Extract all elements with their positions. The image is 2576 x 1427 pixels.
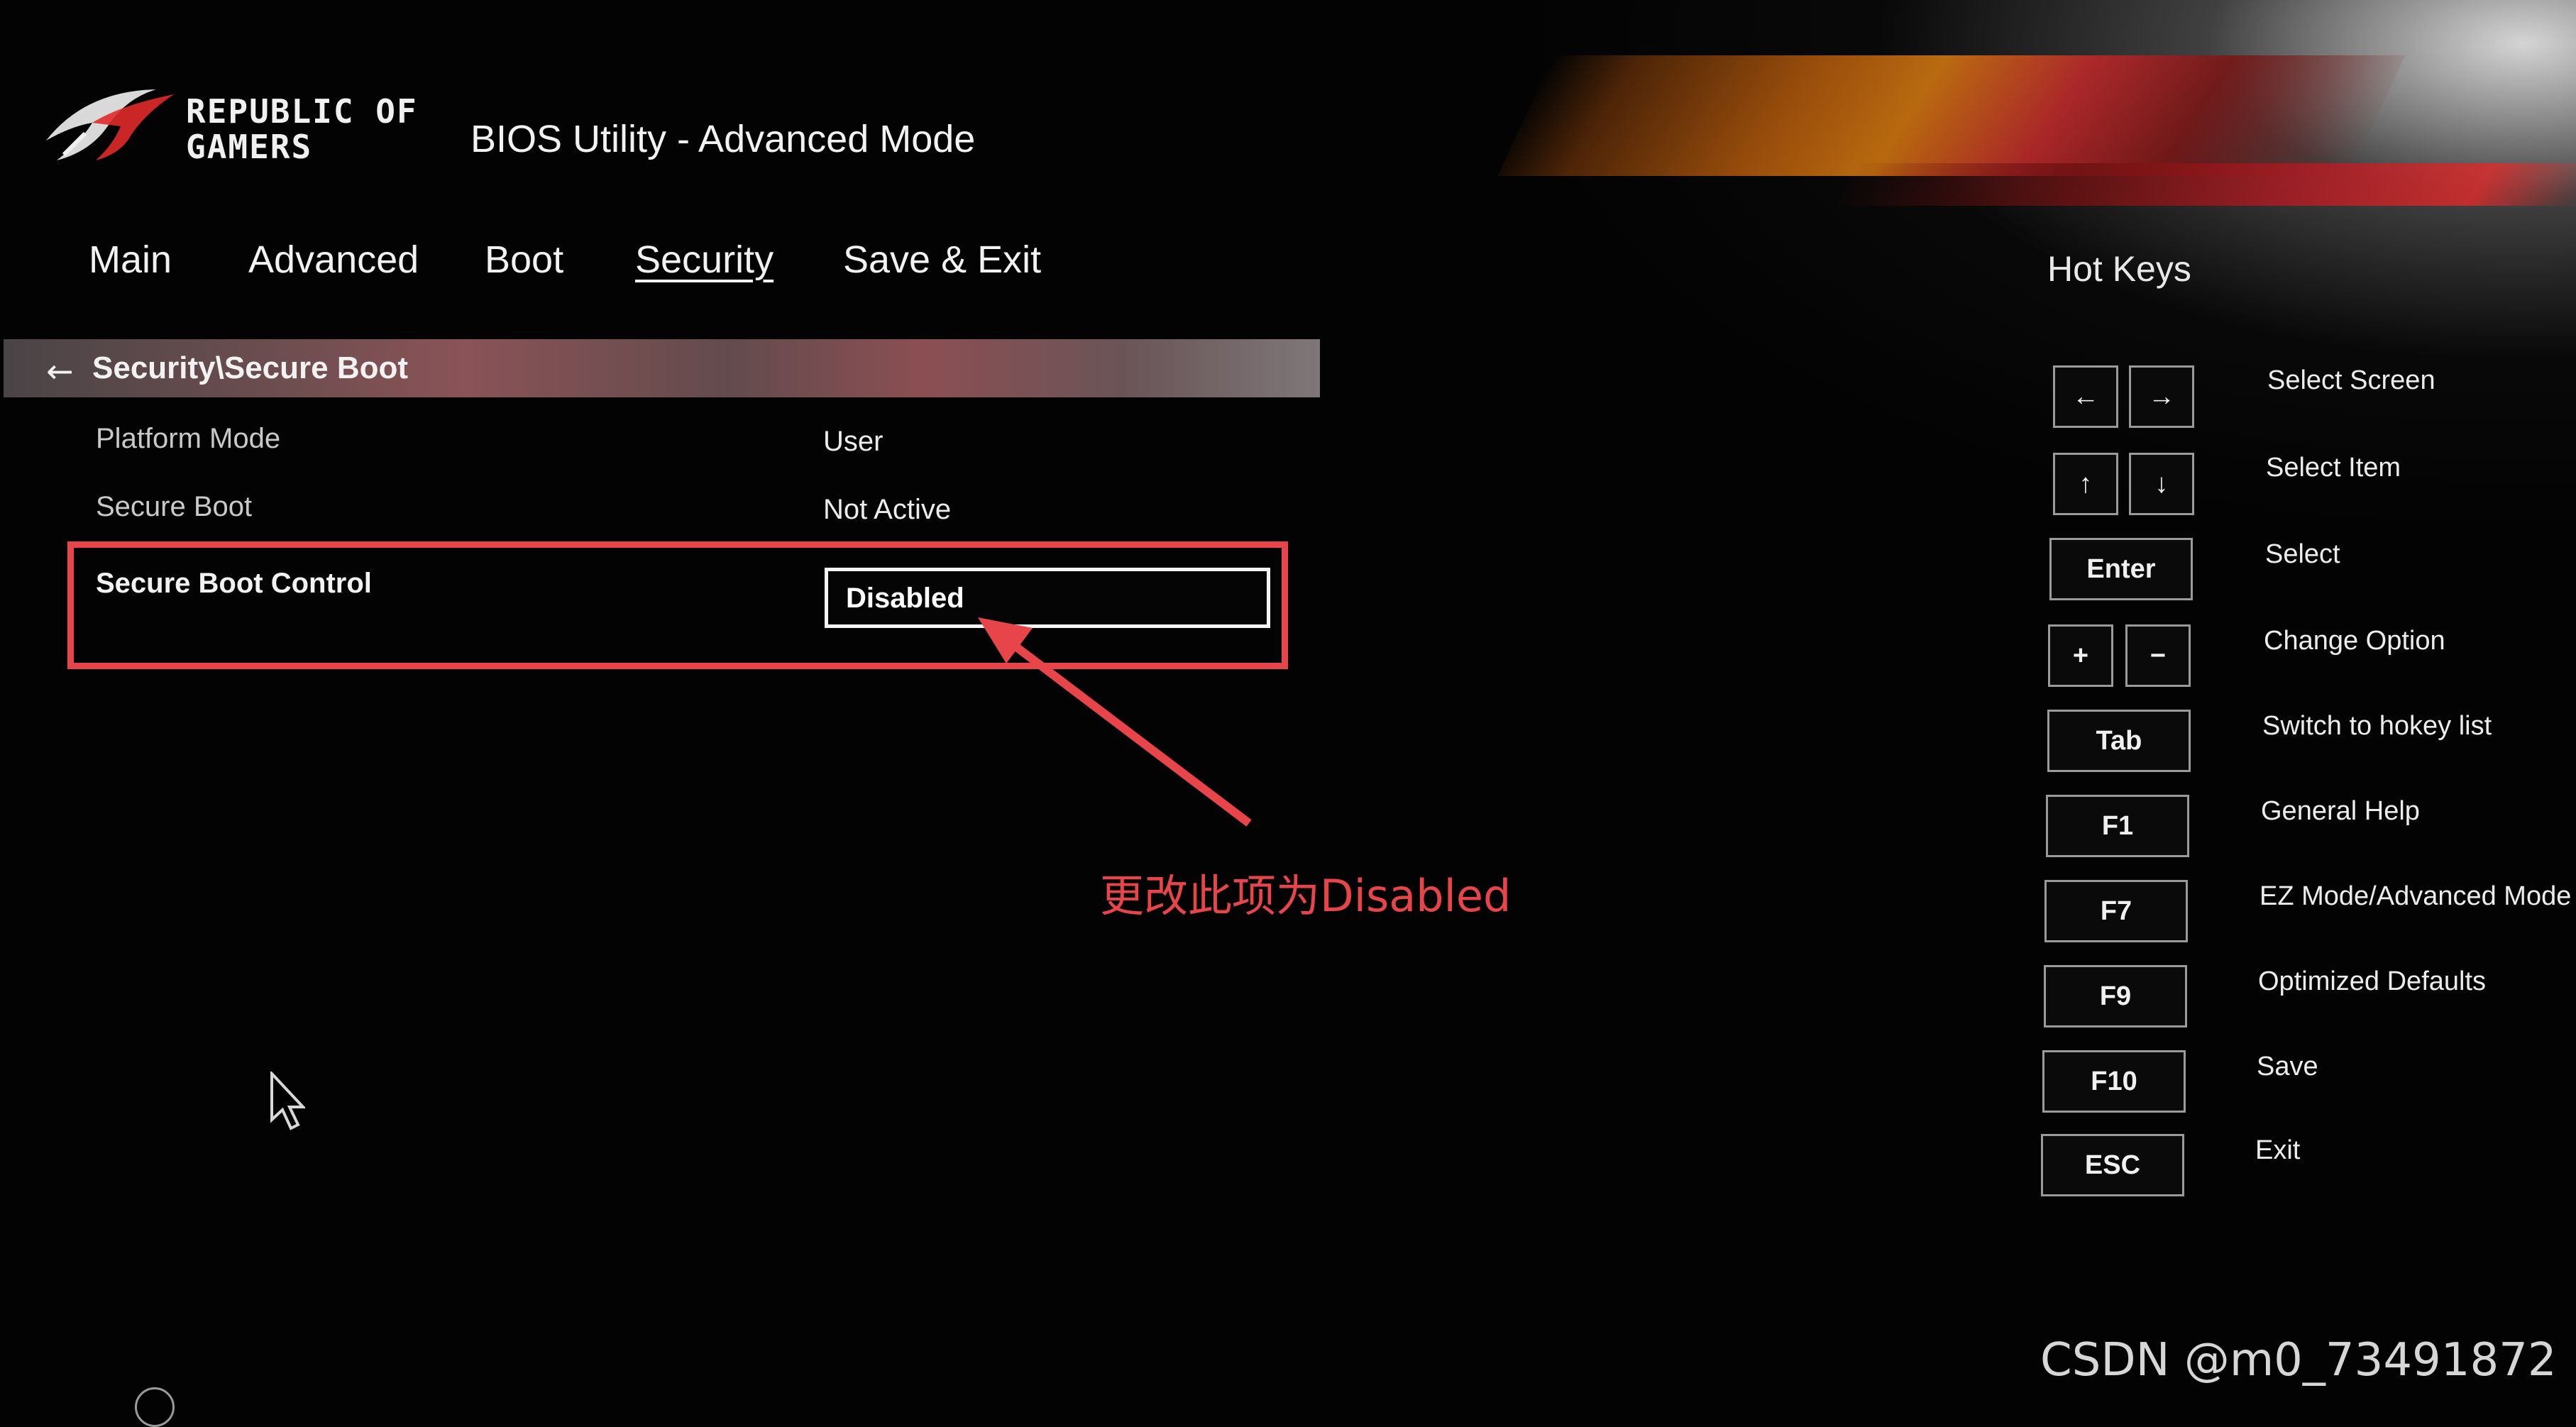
hotkey-label-general-help: General Help	[2261, 796, 2420, 826]
annotation-arrow-icon	[978, 617, 1252, 827]
hotkey-label-change-option: Change Option	[2264, 626, 2445, 656]
setting-label-secure-boot: Secure Boot	[96, 491, 253, 522]
annotation-text: 更改此项为Disabled	[1100, 870, 1512, 922]
setting-label-secure-boot-control[interactable]: Secure Boot Control	[96, 568, 372, 600]
hotkeys-title: Hot Keys	[2047, 249, 2191, 289]
info-icon[interactable]	[135, 1387, 175, 1427]
key-enter[interactable]: Enter	[2049, 538, 2193, 600]
key-up-arrow[interactable]: ↑	[2053, 453, 2118, 515]
key-left-arrow[interactable]: ←	[2053, 365, 2118, 428]
watermark-text: CSDN @m0_73491872	[2040, 1334, 2557, 1387]
hotkey-label-switch-hotkey-list: Switch to hokey list	[2262, 711, 2492, 741]
key-f9[interactable]: F9	[2044, 965, 2187, 1027]
key-plus[interactable]: +	[2048, 624, 2113, 687]
rog-logo-icon	[46, 89, 174, 160]
key-f10[interactable]: F10	[2042, 1050, 2186, 1113]
tab-save-exit[interactable]: Save & Exit	[843, 238, 1041, 282]
hotkey-label-save: Save	[2257, 1052, 2318, 1081]
key-tab[interactable]: Tab	[2047, 710, 2191, 772]
logo-text-line1: REPUBLIC OF	[186, 92, 418, 131]
key-down-arrow[interactable]: ↓	[2129, 453, 2194, 515]
rog-decorative-stripe	[1497, 55, 2406, 176]
tab-security[interactable]: Security	[635, 238, 774, 282]
hotkey-label-exit: Exit	[2255, 1135, 2301, 1165]
tab-boot[interactable]: Boot	[485, 238, 563, 282]
mouse-cursor-icon	[270, 1071, 305, 1130]
key-f7[interactable]: F7	[2044, 880, 2188, 942]
hotkey-label-select-item: Select Item	[2266, 453, 2401, 483]
rog-decorative-stripe-lower	[1835, 163, 2576, 206]
key-minus[interactable]: −	[2125, 624, 2191, 687]
setting-value-secure-boot: Not Active	[823, 494, 952, 525]
secure-boot-control-select[interactable]: Disabled	[825, 568, 1270, 628]
hotkey-label-ez-advanced-mode: EZ Mode/Advanced Mode	[2259, 881, 2572, 911]
tab-advanced[interactable]: Advanced	[248, 238, 419, 282]
hotkey-label-optimized-defaults: Optimized Defaults	[2258, 966, 2487, 996]
rog-logo-text: REPUBLIC OF GAMERS	[186, 94, 434, 165]
key-esc[interactable]: ESC	[2041, 1134, 2184, 1196]
hotkey-label-select: Select	[2265, 539, 2340, 569]
setting-label-platform-mode: Platform Mode	[96, 423, 281, 454]
arrow-left-icon[interactable]: ←	[46, 352, 74, 390]
page-title: BIOS Utility - Advanced Mode	[470, 118, 976, 160]
key-f1[interactable]: F1	[2046, 795, 2189, 857]
breadcrumb-path: Security\Secure Boot	[92, 351, 409, 385]
breadcrumb: ← Security\Secure Boot	[4, 339, 1320, 397]
hotkey-label-select-screen: Select Screen	[2267, 365, 2435, 395]
tab-main[interactable]: Main	[89, 238, 172, 282]
setting-value-platform-mode: User	[823, 426, 884, 457]
logo-text-line2: GAMERS	[186, 128, 313, 166]
key-right-arrow[interactable]: →	[2129, 365, 2194, 428]
